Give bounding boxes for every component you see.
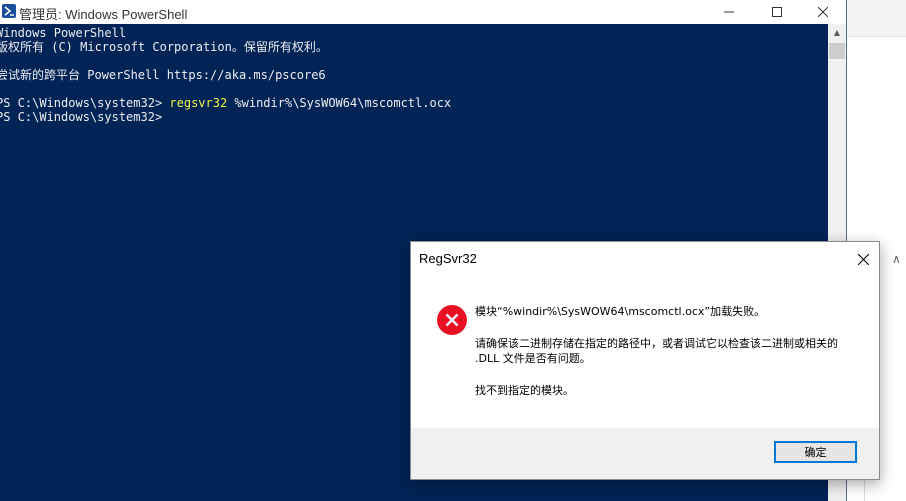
console-line: PS C:\Windows\system32> regsvr32 %windir… bbox=[0, 96, 451, 110]
maximize-icon bbox=[772, 7, 782, 17]
dialog-close-button[interactable] bbox=[849, 246, 877, 272]
scroll-up-icon[interactable]: ▲ bbox=[828, 24, 846, 41]
command-args: %windir%\SysWOW64\mscomctl.ocx bbox=[227, 96, 452, 110]
minimize-icon bbox=[724, 11, 734, 13]
console-line: 尝试新的跨平台 PowerShell https://aka.ms/pscore… bbox=[0, 68, 326, 82]
powershell-icon bbox=[2, 4, 16, 18]
console-line: 版权所有 (C) Microsoft Corporation。保留所有权利。 bbox=[0, 40, 328, 54]
prompt: PS C:\Windows\system32> bbox=[0, 96, 170, 110]
maximize-button[interactable] bbox=[754, 0, 800, 24]
command-name: regsvr32 bbox=[169, 96, 228, 110]
scrollbar-thumb[interactable] bbox=[829, 43, 845, 59]
close-button[interactable] bbox=[800, 0, 846, 24]
error-message-detail: 请确保该二进制存储在指定的路径中，或者调试它以检查该二进制或相关的 bbox=[475, 337, 838, 350]
console-line: PS C:\Windows\system32> bbox=[0, 110, 163, 124]
error-message-reason: 找不到指定的模块。 bbox=[475, 384, 574, 397]
console-line: Windows PowerShell bbox=[0, 26, 127, 40]
ok-button[interactable]: 确定 bbox=[774, 441, 857, 463]
dialog-footer: 确定 bbox=[411, 428, 879, 479]
collapse-arrow-icon[interactable]: ∧ bbox=[892, 252, 901, 266]
error-message-main: 模块“%windir%\SysWOW64\mscomctl.ocx”加载失败。 bbox=[475, 305, 766, 318]
close-icon bbox=[857, 253, 869, 265]
minimize-button[interactable] bbox=[706, 0, 752, 24]
close-icon bbox=[818, 7, 828, 17]
window-title: 管理员: Windows PowerShell bbox=[19, 7, 188, 22]
dialog-title: RegSvr32 bbox=[419, 251, 477, 266]
regsvr32-dialog: RegSvr32 模块“%windir%\SysWOW64\mscomctl.o… bbox=[410, 241, 880, 480]
powershell-titlebar[interactable]: 管理员: Windows PowerShell bbox=[0, 0, 846, 24]
error-icon bbox=[437, 305, 467, 335]
error-message-detail-2: .DLL 文件是否有问题。 bbox=[475, 352, 591, 365]
background-window-titlebar bbox=[846, 0, 906, 37]
